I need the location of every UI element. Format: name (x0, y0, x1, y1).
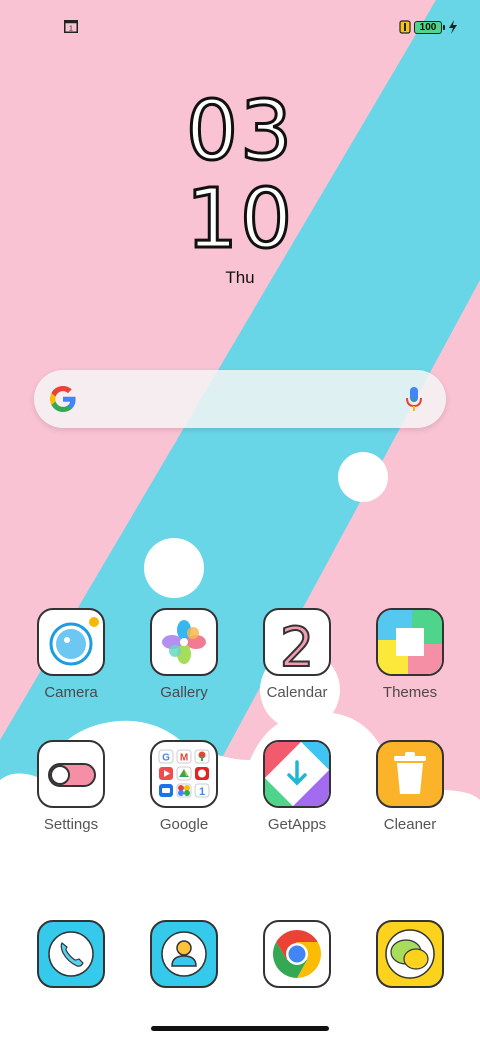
app-cleaner[interactable]: Cleaner (355, 740, 465, 833)
search-input[interactable] (90, 370, 390, 428)
messages-icon (376, 920, 444, 988)
svg-text:M: M (180, 753, 188, 764)
app-label: Google (159, 816, 209, 833)
app-label: Cleaner (383, 816, 437, 833)
battery-level: 100 (414, 20, 445, 34)
getapps-icon (263, 740, 331, 808)
svg-text:1: 1 (199, 786, 205, 798)
dock-phone[interactable] (16, 920, 126, 988)
app-themes[interactable]: Themes (355, 608, 465, 701)
svg-text:G: G (162, 753, 170, 764)
calendar-date: 2 (280, 616, 314, 674)
clock-minutes: 10 (184, 172, 295, 267)
dock-chrome[interactable] (242, 920, 352, 988)
app-label: Themes (382, 684, 438, 701)
contacts-icon (150, 920, 218, 988)
app-gallery[interactable]: Gallery (129, 608, 239, 701)
google-g-icon (50, 386, 76, 412)
app-settings[interactable]: Settings (16, 740, 126, 833)
dock-messages[interactable] (355, 920, 465, 988)
app-label: Gallery (160, 684, 208, 701)
microphone-icon[interactable] (404, 385, 424, 413)
app-google-folder[interactable]: G M 1 Google (129, 740, 239, 833)
app-label: Settings (43, 816, 99, 833)
trash-icon (376, 740, 444, 808)
notification-badge: 1 (69, 26, 73, 33)
google-search-bar[interactable] (34, 370, 446, 428)
calendar-notification-icon: 1 (64, 20, 78, 33)
google-folder-icon: G M 1 (150, 740, 218, 808)
app-camera[interactable]: Camera (16, 608, 126, 701)
app-label: GetApps (267, 816, 327, 833)
clock-hours: 03 (184, 84, 295, 179)
chrome-icon (263, 920, 331, 988)
clock-day: Thu (225, 268, 255, 287)
camera-icon (37, 608, 105, 676)
gallery-icon (150, 608, 218, 676)
themes-icon (376, 608, 444, 676)
app-getapps[interactable]: GetApps (242, 740, 352, 833)
status-icons: 100 (399, 19, 458, 35)
app-label: Camera (44, 684, 98, 701)
app-calendar[interactable]: 2 Calendar (242, 608, 352, 701)
app-label: Calendar (266, 684, 328, 701)
gesture-navigation-bar[interactable] (151, 1026, 329, 1031)
clock-widget[interactable]: 03 10 Thu (0, 84, 480, 288)
bolt-icon (449, 20, 457, 34)
settings-toggle-icon (37, 740, 105, 808)
battery-saver-icon (399, 20, 411, 34)
calendar-icon: 2 (263, 608, 331, 676)
dock-contacts[interactable] (129, 920, 239, 988)
phone-icon (37, 920, 105, 988)
